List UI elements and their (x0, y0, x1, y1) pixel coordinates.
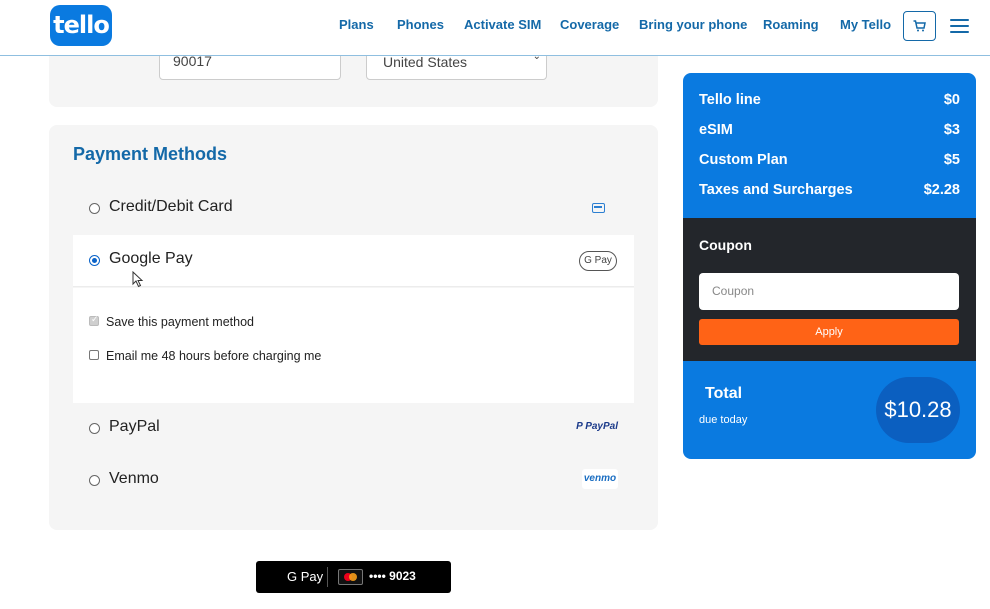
apply-coupon-button[interactable]: Apply (699, 319, 959, 345)
summary-line: eSIM $3 (699, 122, 960, 138)
payment-option-label: Venmo (109, 470, 159, 487)
google-pay-brand: G Pay (287, 569, 324, 584)
payment-option-paypal[interactable]: PayPal P PayPal (73, 403, 634, 455)
venmo-icon: venmo (582, 469, 618, 489)
total-section: Total due today $10.28 (683, 361, 976, 459)
google-pay-icon: G Pay (579, 251, 617, 271)
country-select-value: United States (383, 54, 468, 70)
summary-line: Tello line $0 (699, 92, 960, 108)
nav-phones[interactable]: Phones (397, 17, 444, 32)
payment-option-label: Credit/Debit Card (109, 198, 233, 215)
site-header: tello Plans Phones Activate SIM Coverage… (0, 0, 990, 56)
radio-credit-card[interactable] (89, 203, 100, 214)
cart-icon (913, 20, 926, 32)
coupon-section: Coupon Coupon Apply (683, 218, 976, 361)
radio-google-pay[interactable] (89, 255, 100, 266)
google-pay-details: Save this payment method Email me 48 hou… (73, 288, 634, 403)
payment-option-google-pay[interactable]: Google Pay G Pay (73, 235, 634, 287)
due-today-label: due today (699, 414, 748, 426)
total-amount: $10.28 (876, 377, 960, 443)
total-label: Total (705, 385, 743, 402)
save-payment-label: Save this payment method (106, 315, 254, 329)
nav-roaming[interactable]: Roaming (763, 17, 819, 32)
payment-option-card[interactable]: Credit/Debit Card (73, 183, 634, 235)
radio-venmo[interactable] (89, 475, 100, 486)
payment-methods-title: Payment Methods (73, 144, 228, 164)
tello-logo[interactable]: tello (50, 5, 112, 46)
summary-line-value: $0 (943, 92, 960, 108)
summary-line-value: $5 (943, 152, 960, 168)
summary-line-value: $2.28 (923, 182, 960, 198)
nav-coverage[interactable]: Coverage (560, 17, 619, 32)
payment-option-label: Google Pay (109, 250, 193, 267)
nav-my-tello[interactable]: My Tello (840, 17, 891, 32)
email-reminder-checkbox[interactable] (89, 350, 99, 360)
credit-card-icon (592, 203, 605, 213)
summary-line-label: Taxes and Surcharges (699, 182, 853, 198)
summary-line-label: Tello line (699, 92, 761, 108)
nav-bring-your-phone[interactable]: Bring your phone (639, 17, 747, 32)
google-pay-button[interactable]: G Pay •••• 9023 (256, 561, 451, 593)
order-summary: Tello line $0 eSIM $3 Custom Plan $5 Tax… (683, 73, 976, 459)
coupon-title: Coupon (699, 237, 752, 253)
divider (327, 567, 328, 587)
card-last-digits: •••• 9023 (369, 569, 416, 583)
save-payment-checkbox[interactable] (89, 314, 99, 326)
cart-button[interactable] (903, 11, 936, 41)
summary-line-label: Custom Plan (699, 152, 788, 168)
coupon-input[interactable]: Coupon (699, 273, 959, 310)
radio-paypal[interactable] (89, 423, 100, 434)
hamburger-menu-icon[interactable] (950, 19, 969, 33)
payment-option-label: PayPal (109, 418, 160, 435)
summary-lines: Tello line $0 eSIM $3 Custom Plan $5 Tax… (683, 73, 976, 218)
payment-option-venmo[interactable]: Venmo venmo (73, 455, 634, 507)
nav-plans[interactable]: Plans (339, 17, 374, 32)
mastercard-icon (338, 569, 363, 585)
email-reminder-label: Email me 48 hours before charging me (106, 349, 322, 363)
summary-line: Custom Plan $5 (699, 152, 960, 168)
summary-line-label: eSIM (699, 122, 733, 138)
summary-line-value: $3 (943, 122, 960, 138)
paypal-icon: P PayPal (576, 421, 618, 432)
summary-line: Taxes and Surcharges $2.28 (699, 182, 960, 198)
nav-activate-sim[interactable]: Activate SIM (464, 17, 541, 32)
mouse-cursor-icon (132, 271, 144, 288)
